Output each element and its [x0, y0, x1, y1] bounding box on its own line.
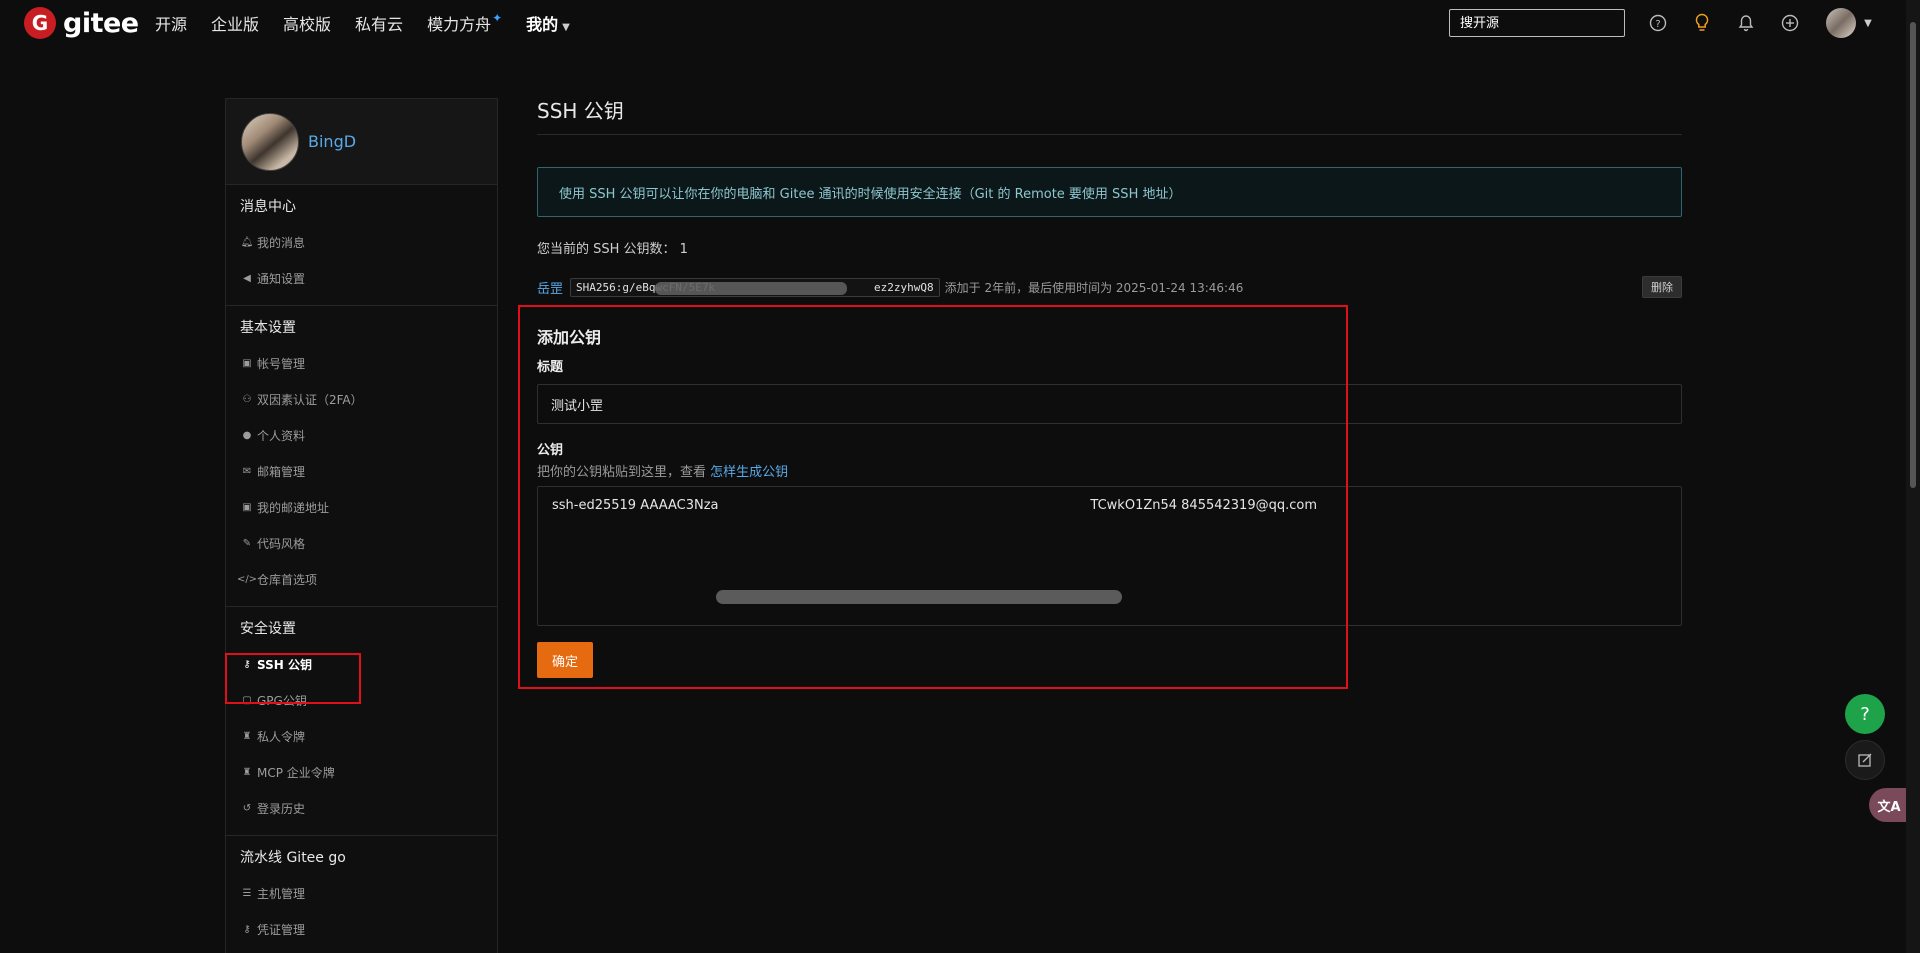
feedback-fab[interactable]: [1845, 740, 1885, 780]
code-icon: </>: [236, 574, 258, 585]
nav-private-cloud[interactable]: 私有云: [355, 11, 403, 35]
sparkle-icon: ✦: [492, 11, 503, 25]
sidebar-item-label: 我的邮递地址: [257, 501, 330, 515]
top-nav-bar: G gitee 开源 企业版 高校版 私有云 模力方舟✦ 我的▼ ? ▼: [0, 0, 1920, 46]
ssh-key-meta: 添加于 2年前，最后使用时间为 2025-01-24 13:46:46: [944, 280, 1244, 295]
sidebar-item-label: 登录历史: [257, 802, 306, 816]
sidebar-item-email[interactable]: ✉ 邮箱管理: [226, 454, 497, 490]
nav-open-source[interactable]: 开源: [155, 11, 187, 35]
ssh-info-notice: 使用 SSH 公钥可以让你在你的电脑和 Gitee 通讯的时候使用安全连接（Gi…: [537, 167, 1682, 217]
sidebar-item-login-history[interactable]: ↺ 登录历史: [226, 791, 497, 827]
ssh-key-fingerprint: SHA256:g/eBqwcFN/5E7k ez2zyhwQ8: [570, 277, 940, 297]
avatar-chevron-down-icon[interactable]: ▼: [1861, 14, 1875, 32]
search-input[interactable]: [1449, 9, 1625, 37]
sidebar-item-host-management[interactable]: ☰ 主机管理: [226, 876, 497, 912]
translate-tab[interactable]: 文A: [1869, 788, 1909, 822]
plus-circle-icon[interactable]: [1779, 12, 1801, 34]
scrollbar-thumb[interactable]: [1910, 22, 1916, 488]
bell-icon[interactable]: [1735, 12, 1757, 34]
gitee-logo[interactable]: G gitee: [24, 7, 139, 39]
chevron-down-icon: ▼: [562, 22, 570, 33]
lightbulb-icon[interactable]: [1691, 12, 1713, 34]
page-scrollbar[interactable]: [1906, 0, 1920, 953]
sidebar-item-label: 帐号管理: [257, 357, 306, 371]
user-shield-icon: ⚇: [242, 394, 252, 405]
envelope-icon: ✉: [242, 466, 252, 477]
sidebar-group-title: 基本设置: [240, 320, 296, 336]
ssh-key-name[interactable]: 岳罡: [537, 278, 563, 297]
nav-enterprise[interactable]: 企业版: [211, 11, 259, 35]
sidebar-item-label: 主机管理: [257, 887, 306, 901]
user-icon: ●: [242, 430, 252, 441]
key-icon: ⚷: [243, 924, 251, 935]
sidebar-item-credentials[interactable]: ⚷ 凭证管理: [226, 912, 497, 948]
sidebar-item-account[interactable]: ▣ 帐号管理: [226, 346, 497, 382]
sidebar-item-label: 仓库首选项: [257, 573, 318, 587]
nav-mine[interactable]: 我的 ▼: [526, 11, 570, 35]
nav-moli[interactable]: 模力方舟✦: [427, 11, 502, 35]
history-icon: ↺: [242, 803, 252, 814]
delete-key-button[interactable]: 删除: [1642, 276, 1682, 298]
sidebar-item-label: 代码风格: [257, 537, 306, 551]
ssh-key-row: 岳罡 SHA256:g/eBqwcFN/5E7k ez2zyhwQ8 添加于 2…: [537, 276, 1682, 298]
address-card-icon: ▣: [242, 502, 252, 513]
edit-icon: [1858, 753, 1872, 767]
id-card-icon: ▣: [242, 358, 252, 369]
title-divider: [537, 134, 1682, 135]
sidebar-item-profile[interactable]: ● 个人资料: [226, 418, 497, 454]
token-icon: ♜: [242, 767, 252, 778]
user-avatar[interactable]: [1826, 8, 1856, 38]
brush-icon: ✎: [242, 538, 252, 549]
nav-education[interactable]: 高校版: [283, 11, 331, 35]
sidebar-group-security: 安全设置 ⚷ SSH 公钥 ▢ GPG公钥 ♜ 私人令牌 ♜ MCP 企业令牌 ↺ 登录历…: [226, 607, 497, 836]
nav-moli-label: 模力方舟: [427, 15, 492, 34]
sidebar-group-basic: 基本设置 ▣ 帐号管理 ⚇ 双因素认证（2FA） ● 个人资料 ✉ 邮箱管理 ▣ 我的邮递…: [226, 306, 497, 607]
help-fab[interactable]: ?: [1845, 694, 1885, 734]
sidebar-group-title: 安全设置: [240, 621, 296, 637]
sidebar-item-notification-settings[interactable]: ◀︎ 通知设置: [226, 261, 497, 297]
sidebar-item-mcp-tokens[interactable]: ♜ MCP 企业令牌: [226, 755, 497, 791]
translate-icon: 文A: [1877, 799, 1901, 815]
sidebar-item-label: MCP 企业令牌: [257, 766, 335, 780]
sidebar-item-my-messages[interactable]: 🔔︎ 我的消息: [226, 225, 497, 261]
nav-mine-label: 我的: [526, 15, 559, 34]
sidebar-item-label: 私人令牌: [257, 730, 306, 744]
sidebar-item-personal-tokens[interactable]: ♜ 私人令牌: [226, 719, 497, 755]
profile-avatar[interactable]: [241, 112, 299, 171]
sidebar-group-messages: 消息中心 🔔︎ 我的消息 ◀︎ 通知设置: [226, 185, 497, 306]
sidebar-group-title: 消息中心: [240, 199, 296, 215]
redaction-mask: [655, 281, 848, 295]
speaker-icon: ◀︎: [243, 273, 251, 284]
sidebar-item-label: 个人资料: [257, 429, 306, 443]
gitee-logo-text: gitee: [63, 7, 139, 39]
ssh-key-count: 您当前的 SSH 公钥数： 1: [537, 242, 688, 257]
page-title: SSH 公钥: [537, 99, 624, 123]
sidebar-item-label: 我的消息: [257, 236, 306, 250]
gitee-logo-icon: G: [24, 7, 56, 39]
sidebar-item-label: 凭证管理: [257, 923, 306, 937]
sidebar-item-label: 通知设置: [257, 272, 306, 286]
annotation-box-ssh-nav: [225, 653, 361, 704]
server-icon: ☰: [242, 888, 252, 899]
sidebar-item-label: 双因素认证（2FA）: [257, 393, 363, 407]
settings-sidebar: BingD 消息中心 🔔︎ 我的消息 ◀︎ 通知设置 基本设置 ▣ 帐号管理 ⚇ 双因素…: [225, 98, 498, 953]
annotation-box-add-key: [518, 305, 1348, 689]
sidebar-item-code-style[interactable]: ✎ 代码风格: [226, 526, 497, 562]
token-icon: ♜: [242, 731, 252, 742]
sidebar-group-title: 流水线 Gitee go: [240, 850, 346, 866]
question-icon: ?: [1860, 703, 1870, 725]
sidebar-item-repo-preferences[interactable]: </> 仓库首选项: [226, 562, 497, 598]
sidebar-item-address[interactable]: ▣ 我的邮递地址: [226, 490, 497, 526]
main-nav: 开源 企业版 高校版 私有云 模力方舟✦ 我的 ▼: [155, 0, 594, 46]
profile-username[interactable]: BingD: [308, 132, 356, 151]
sidebar-item-2fa[interactable]: ⚇ 双因素认证（2FA）: [226, 382, 497, 418]
profile-card: BingD: [226, 99, 497, 185]
help-icon[interactable]: ?: [1647, 12, 1669, 34]
ssh-info-notice-text: 使用 SSH 公钥可以让你在你的电脑和 Gitee 通讯的时候使用安全连接（Gi…: [559, 186, 1182, 202]
svg-text:?: ?: [1655, 19, 1660, 30]
sidebar-group-pipeline: 流水线 Gitee go ☰ 主机管理 ⚷ 凭证管理: [226, 836, 497, 953]
bell-icon: 🔔︎: [240, 237, 254, 248]
sidebar-item-label: 邮箱管理: [257, 465, 306, 479]
